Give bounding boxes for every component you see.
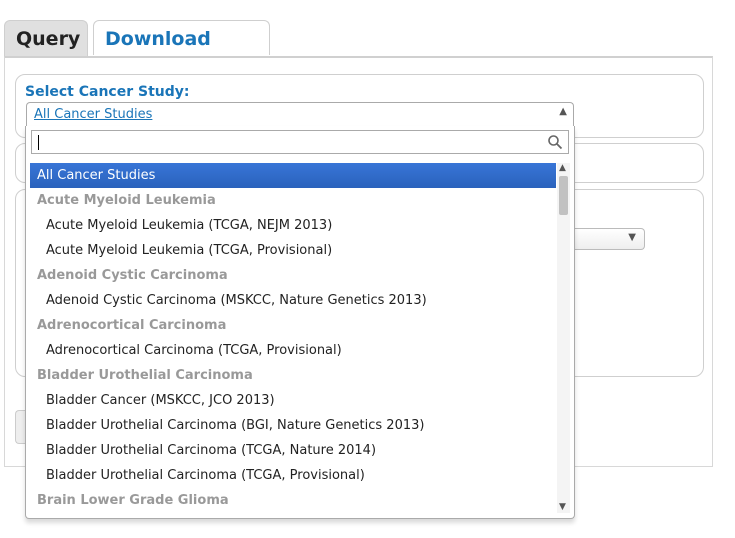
- scroll-down-arrow-icon[interactable]: ▼: [559, 502, 566, 512]
- study-option[interactable]: Bladder Urothelial Carcinoma (TCGA, Natu…: [30, 438, 556, 463]
- select-cancer-study-label: Select Cancer Study:: [25, 84, 190, 100]
- text-cursor: [38, 135, 39, 150]
- study-results-list: All Cancer Studies Acute Myeloid Leukemia…: [30, 163, 556, 513]
- select-caret-icon: ▼: [628, 232, 636, 243]
- study-option[interactable]: Adenoid Cystic Carcinoma (MSKCC, Nature …: [30, 288, 556, 313]
- group-header: Adenoid Cystic Carcinoma: [37, 268, 228, 283]
- group-header: Brain Lower Grade Glioma: [37, 493, 229, 508]
- study-option[interactable]: Acute Myeloid Leukemia (TCGA, NEJM 2013): [30, 213, 556, 238]
- search-icon: [548, 135, 563, 150]
- study-search-input[interactable]: [31, 130, 569, 154]
- group-header: Adrenocortical Carcinoma: [37, 318, 227, 333]
- selected-study-text[interactable]: All Cancer Studies: [34, 107, 152, 122]
- study-option[interactable]: All Cancer Studies: [30, 163, 556, 188]
- cancer-study-select[interactable]: All Cancer Studies ▲: [26, 102, 574, 126]
- tab-download-data[interactable]: Download Data: [93, 20, 270, 86]
- group-header: Acute Myeloid Leukemia: [37, 193, 216, 208]
- study-dropdown: All Cancer Studies Acute Myeloid Leukemia…: [25, 126, 575, 519]
- scrollbar-thumb[interactable]: [559, 176, 568, 215]
- study-option[interactable]: Adrenocortical Carcinoma (TCGA, Provisio…: [30, 338, 556, 363]
- study-option[interactable]: Bladder Urothelial Carcinoma (BGI, Natur…: [30, 413, 556, 438]
- tab-query[interactable]: Query: [4, 20, 88, 57]
- study-option[interactable]: Bladder Urothelial Carcinoma (TCGA, Prov…: [30, 463, 556, 488]
- tab-bar: Query Download Data: [4, 20, 714, 86]
- caret-up-icon[interactable]: ▲: [559, 106, 567, 117]
- results-scrollbar[interactable]: ▲ ▼: [557, 163, 570, 513]
- study-option[interactable]: Bladder Cancer (MSKCC, JCO 2013): [30, 388, 556, 413]
- background-select[interactable]: ▼: [565, 228, 645, 250]
- scroll-up-arrow-icon[interactable]: ▲: [559, 163, 566, 173]
- group-header: Bladder Urothelial Carcinoma: [37, 368, 253, 383]
- study-option[interactable]: Acute Myeloid Leukemia (TCGA, Provisiona…: [30, 238, 556, 263]
